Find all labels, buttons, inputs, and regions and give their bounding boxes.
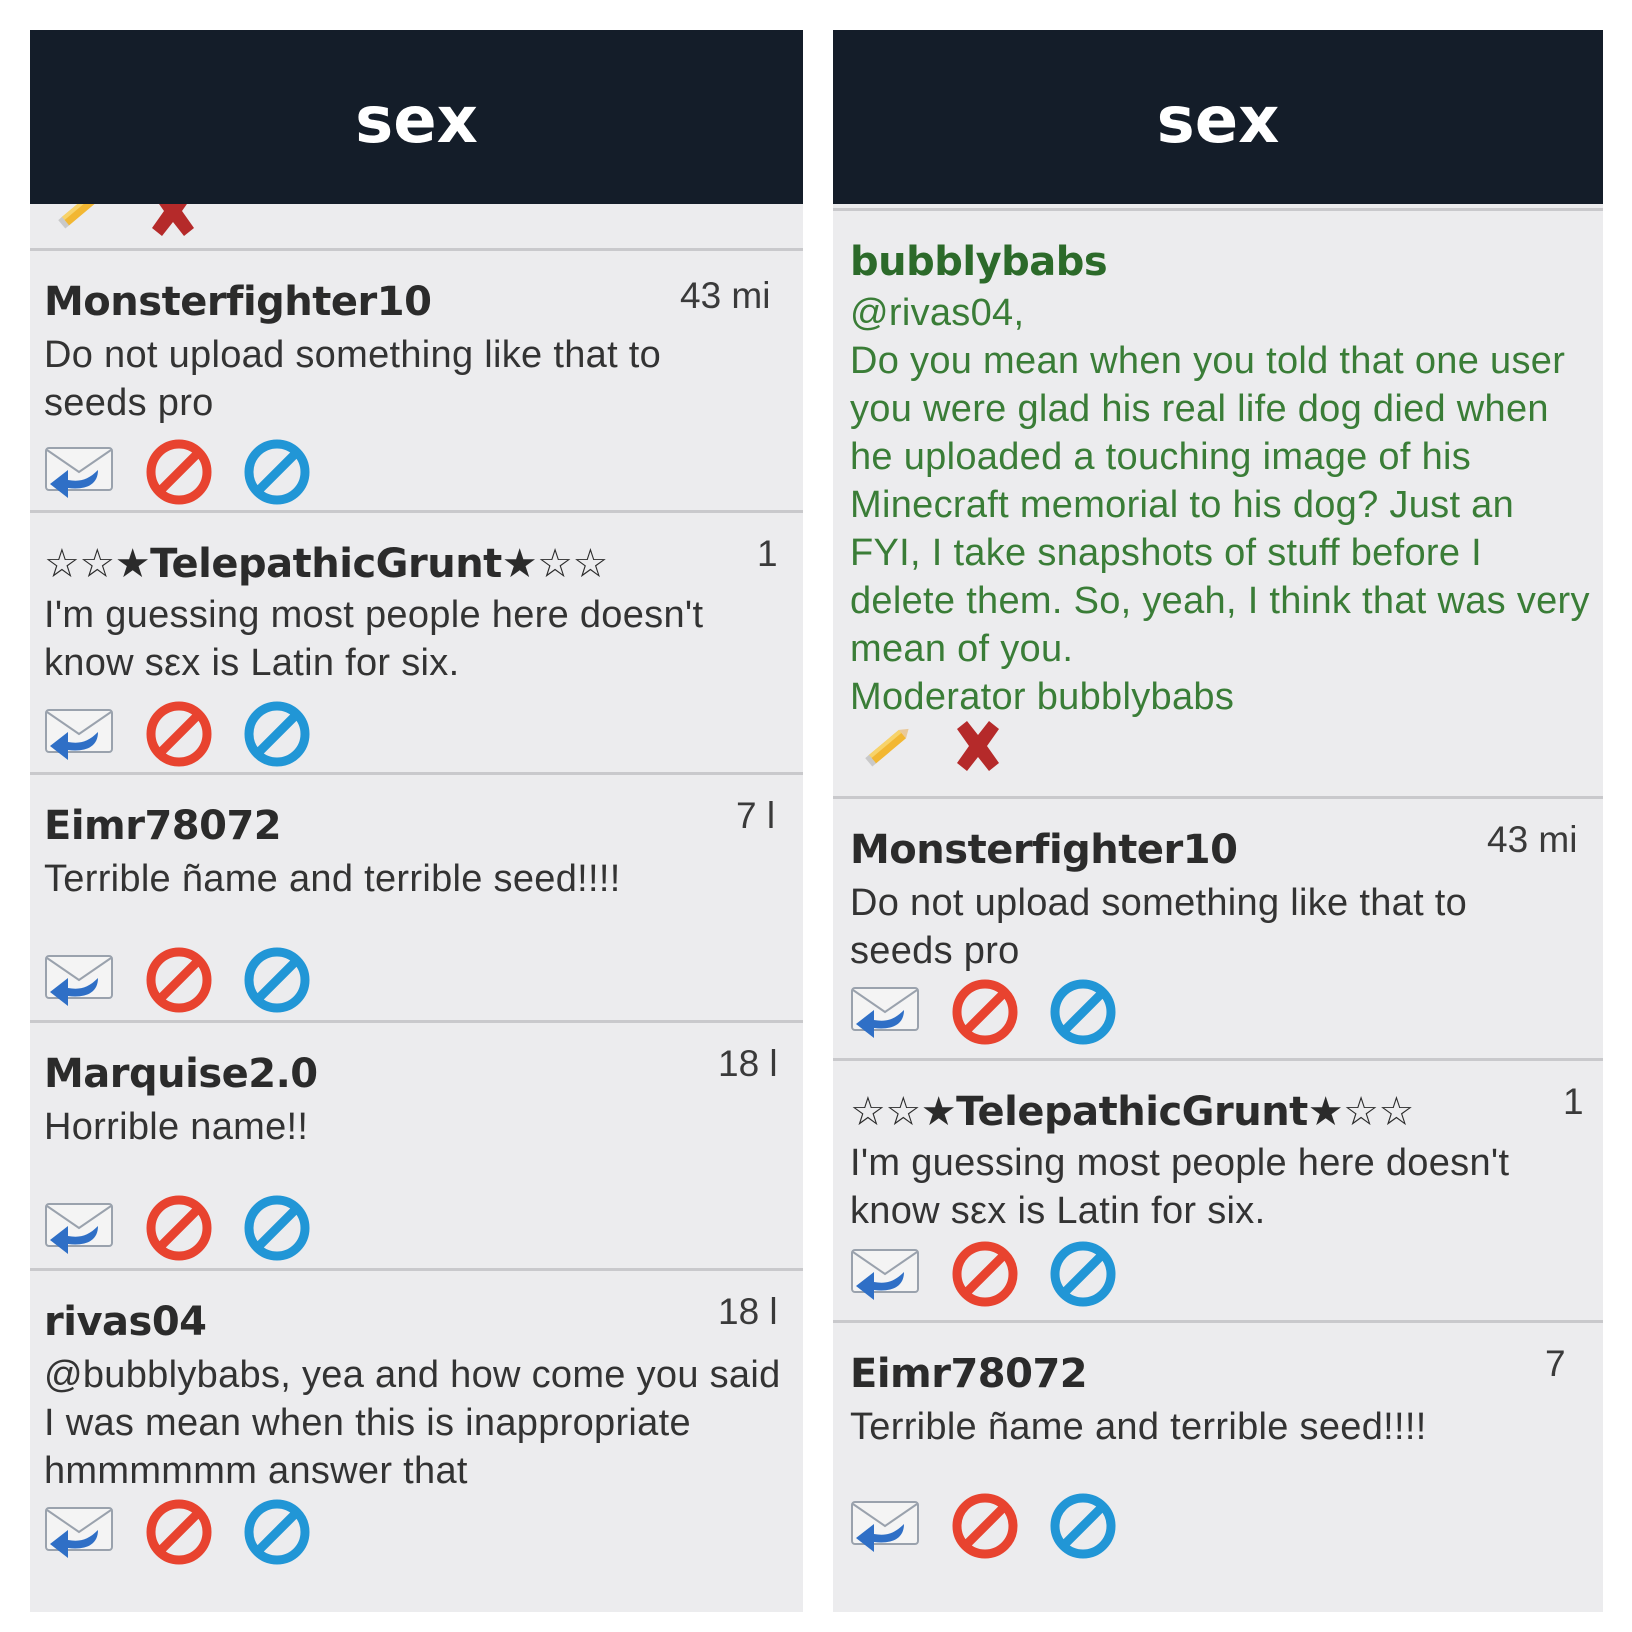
block-icon[interactable] — [1048, 977, 1118, 1047]
flag-icon[interactable] — [144, 1193, 214, 1263]
comment-text: @bubblybabs, yea and how come you said I… — [44, 1354, 781, 1492]
right-screenshot-panel: sex bubblybabs @rivas04, Do you mean whe… — [833, 30, 1603, 1612]
comment-actions — [44, 437, 312, 507]
comment-actions — [44, 945, 312, 1015]
comment-timestamp: 43 mi — [1487, 819, 1578, 860]
flag-icon[interactable] — [144, 1497, 214, 1567]
comment-username[interactable]: Eimr78072 — [850, 1351, 1088, 1397]
block-icon[interactable] — [242, 699, 312, 769]
comment-actions — [44, 1497, 312, 1567]
moderator-comment-text: @rivas04, Do you mean when you told that… — [850, 289, 1595, 721]
block-icon[interactable] — [242, 437, 312, 507]
comment-username[interactable]: Marquise2.0 — [44, 1051, 318, 1097]
reply-icon[interactable] — [44, 442, 116, 502]
reply-icon[interactable] — [850, 1496, 922, 1556]
comment-item: Monsterfighter10 43 mi Do not upload som… — [833, 796, 1603, 1058]
flag-icon[interactable] — [950, 1239, 1020, 1309]
pencil-icon[interactable] — [56, 204, 108, 239]
comment-timestamp: 7 — [1545, 1343, 1566, 1384]
block-icon[interactable] — [1048, 1239, 1118, 1309]
comment-username[interactable]: ☆☆★TelepathicGrunt★☆☆ — [44, 541, 608, 587]
comment-username[interactable]: rivas04 — [44, 1299, 207, 1345]
signature-line: Moderator bubblybabs — [850, 676, 1235, 718]
comment-actions — [44, 1193, 312, 1263]
comment-actions — [850, 1239, 1118, 1309]
comment-actions — [850, 1491, 1118, 1561]
previous-comment-tools — [30, 204, 803, 248]
comment-text: I'm guessing most people here doesn't kn… — [44, 594, 704, 684]
flag-icon[interactable] — [950, 1491, 1020, 1561]
mention-line: @rivas04, — [850, 292, 1025, 334]
comment-timestamp: 7 l — [736, 795, 776, 836]
top-bar: sex — [833, 30, 1603, 204]
comment-timestamp: 1 — [1563, 1081, 1584, 1122]
flag-icon[interactable] — [144, 945, 214, 1015]
comment-item: ☆☆★TelepathicGrunt★☆☆ 1 I'm guessing mos… — [833, 1058, 1603, 1320]
comment-item: rivas04 18 l @bubblybabs, yea and how co… — [30, 1268, 803, 1612]
delete-x-icon[interactable] — [146, 204, 200, 243]
comment-text: Do not upload something like that to see… — [44, 334, 662, 424]
comment-text: Terrible ñame and terrible seed!!!! — [850, 1406, 1427, 1448]
comment-feed[interactable]: bubblybabs @rivas04, Do you mean when yo… — [833, 204, 1603, 1612]
comment-username[interactable]: Monsterfighter10 — [850, 827, 1238, 873]
comment-actions — [44, 699, 312, 769]
reply-icon[interactable] — [44, 950, 116, 1010]
moderator-tools — [863, 719, 1005, 778]
flag-icon[interactable] — [144, 437, 214, 507]
comment-feed[interactable]: Monsterfighter10 43 mi Do not upload som… — [30, 204, 803, 1612]
reply-icon[interactable] — [44, 1198, 116, 1258]
reply-icon[interactable] — [44, 1502, 116, 1562]
block-icon[interactable] — [242, 945, 312, 1015]
reply-icon[interactable] — [44, 704, 116, 764]
moderator-comment: bubblybabs @rivas04, Do you mean when yo… — [833, 208, 1603, 796]
comment-item: ☆☆★TelepathicGrunt★☆☆ 1 I'm guessing mos… — [30, 510, 803, 772]
comment-username[interactable]: Monsterfighter10 — [44, 279, 432, 325]
block-icon[interactable] — [242, 1497, 312, 1567]
comment-item: Eimr78072 7 l Terrible ñame and terrible… — [30, 772, 803, 1020]
top-bar: sex — [30, 30, 803, 204]
comment-text: Horrible name!! — [44, 1106, 309, 1148]
comment-timestamp: 43 mi — [680, 275, 771, 316]
comment-username[interactable]: Eimr78072 — [44, 803, 282, 849]
comment-item: Marquise2.0 18 l Horrible name!! — [30, 1020, 803, 1268]
flag-icon[interactable] — [950, 977, 1020, 1047]
comment-timestamp: 1 — [757, 533, 778, 574]
page-title: sex — [355, 84, 478, 158]
comment-text: Do not upload something like that to see… — [850, 882, 1468, 972]
comment-username[interactable]: ☆☆★TelepathicGrunt★☆☆ — [850, 1089, 1414, 1135]
moderator-username[interactable]: bubblybabs — [850, 239, 1108, 285]
left-screenshot-panel: sex Monsterfighter10 43 mi Do not upload… — [30, 30, 803, 1612]
block-icon[interactable] — [1048, 1491, 1118, 1561]
block-icon[interactable] — [242, 1193, 312, 1263]
delete-x-icon[interactable] — [951, 719, 1005, 778]
comment-item: Eimr78072 7 Terrible ñame and terrible s… — [833, 1320, 1603, 1612]
comment-text: I'm guessing most people here doesn't kn… — [850, 1142, 1510, 1232]
comment-actions — [850, 977, 1118, 1047]
pencil-icon[interactable] — [863, 720, 915, 777]
comment-item: Monsterfighter10 43 mi Do not upload som… — [30, 248, 803, 510]
comment-timestamp: 18 l — [718, 1291, 778, 1332]
flag-icon[interactable] — [144, 699, 214, 769]
reply-icon[interactable] — [850, 1244, 922, 1304]
reply-icon[interactable] — [850, 982, 922, 1042]
comment-timestamp: 18 l — [718, 1043, 778, 1084]
comment-text: Terrible ñame and terrible seed!!!! — [44, 858, 621, 900]
page-title: sex — [1156, 84, 1280, 158]
comment-paragraph: Do you mean when you told that one user … — [850, 340, 1590, 670]
